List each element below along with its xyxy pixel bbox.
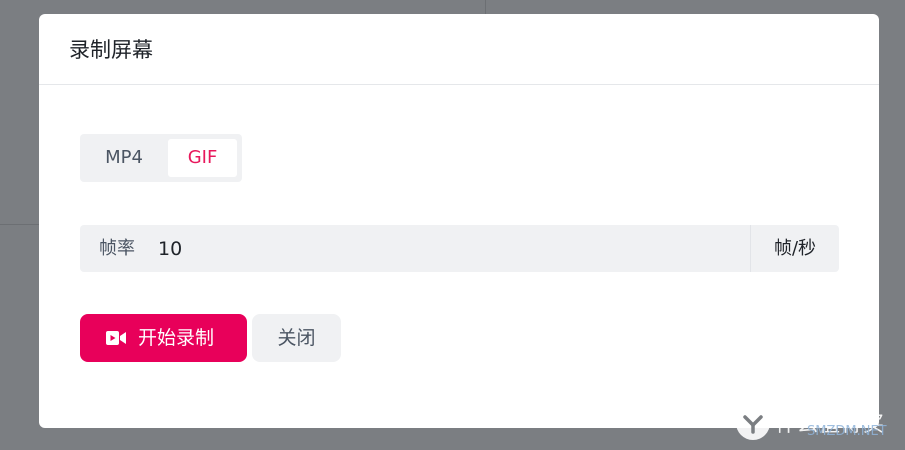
- start-recording-label: 开始录制: [138, 327, 215, 349]
- watermark-url: SMZDM.NET: [807, 424, 887, 439]
- format-segmented-control: MP4 GIF: [80, 134, 242, 182]
- watermark: 什么值得买 SMZDM.NET: [735, 405, 900, 443]
- background-divider: [0, 224, 39, 225]
- framerate-unit: 帧/秒: [750, 225, 839, 272]
- framerate-field: 帧率 帧/秒: [80, 225, 839, 272]
- smzdm-logo-icon: [736, 406, 770, 440]
- background-divider: [485, 0, 486, 14]
- format-option-mp4[interactable]: MP4: [86, 139, 162, 177]
- start-recording-button[interactable]: 开始录制: [80, 314, 247, 362]
- format-option-gif[interactable]: GIF: [168, 139, 237, 177]
- dialog-header: 录制屏幕: [39, 14, 879, 85]
- record-screen-dialog: 录制屏幕 MP4 GIF 帧率 帧/秒 开始录制 关闭: [39, 14, 879, 428]
- video-camera-icon: [106, 331, 126, 345]
- close-button[interactable]: 关闭: [252, 314, 341, 362]
- framerate-label: 帧率: [99, 238, 135, 259]
- dialog-title: 录制屏幕: [69, 38, 153, 62]
- framerate-input[interactable]: [154, 231, 742, 266]
